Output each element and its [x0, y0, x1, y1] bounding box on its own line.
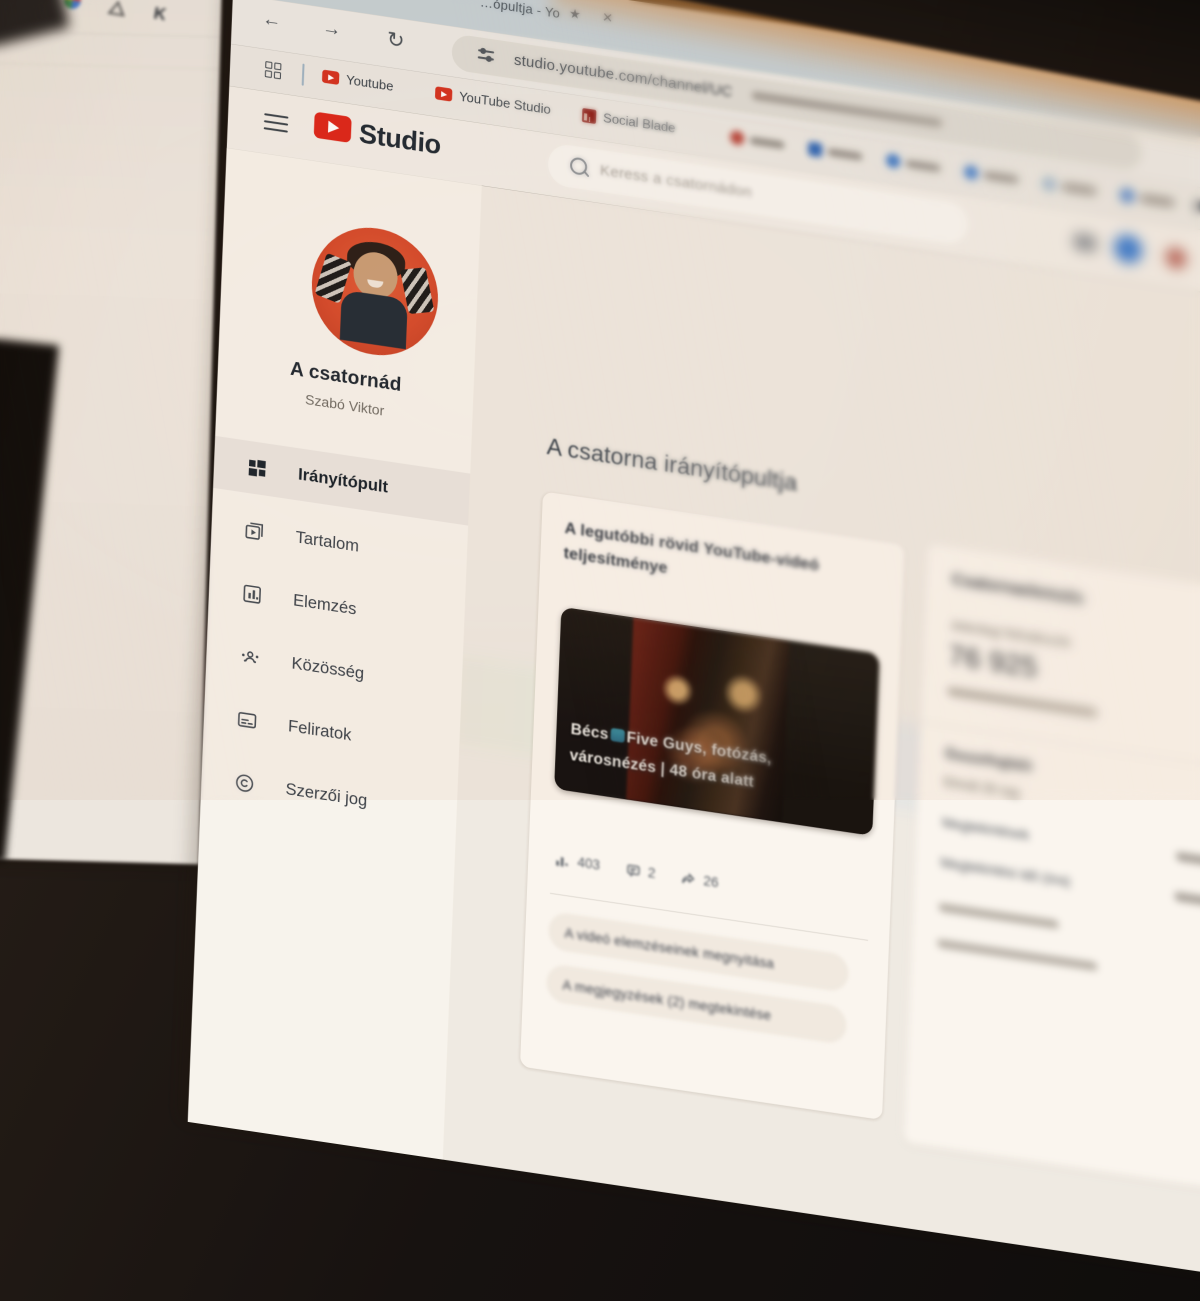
dashboard-icon — [246, 456, 269, 481]
shares-stat: 26 — [681, 870, 719, 890]
bookmark-youtube[interactable]: Youtube — [322, 68, 394, 94]
blurred-value-bar — [1176, 852, 1200, 868]
bookmark-blurred[interactable] — [886, 153, 941, 175]
metric-watchtime: Megtekintési idő (óra) — [940, 855, 1070, 889]
reload-icon[interactable]: ↻ — [387, 27, 406, 55]
social-blade-favicon — [582, 107, 597, 123]
channel-analytics-card[interactable]: Csatornaelemzés Jelenlegi feliratkozók 7… — [903, 543, 1200, 1192]
subscribers-count: 76 925 — [948, 639, 1038, 684]
menu-icon[interactable] — [264, 113, 289, 135]
youtube-favicon — [322, 69, 340, 85]
notification-icon[interactable] — [1166, 247, 1187, 270]
latest-video-card: A legutóbbi rövid YouTube-videó teljesít… — [520, 491, 905, 1120]
forward-icon[interactable]: → — [322, 17, 342, 42]
blurred-text-bar — [947, 687, 1097, 717]
divider — [302, 63, 305, 85]
search-placeholder: Keress a csatornádon — [600, 162, 753, 201]
pinwheel-icon — [63, 0, 83, 10]
comment-icon — [626, 862, 641, 878]
bookmark-blurred[interactable] — [964, 164, 1019, 186]
share-icon — [681, 871, 696, 887]
blurred-text-bar — [937, 939, 1097, 971]
metric-views: Megtekintések — [942, 815, 1030, 843]
studio-wordmark[interactable]: Studio — [358, 118, 441, 161]
apps-grid-icon[interactable] — [265, 61, 282, 79]
analytics-icon — [241, 582, 264, 607]
community-icon — [238, 645, 262, 670]
copyright-icon — [233, 771, 256, 796]
subtitles-icon — [236, 708, 259, 733]
city-emoji-icon — [610, 728, 625, 743]
back-icon[interactable]: ← — [262, 8, 282, 33]
video-thumbnail[interactable]: BécsFive Guys, fotózás, városnézés | 48 … — [554, 607, 879, 836]
analytics-card-title: Csatornaelemzés — [951, 571, 1083, 608]
bookmark-blurred[interactable] — [730, 130, 785, 152]
youtube-favicon — [435, 86, 453, 102]
comments-stat: 2 — [626, 862, 656, 881]
account-avatar[interactable] — [1113, 233, 1142, 265]
site-settings-icon[interactable] — [478, 46, 495, 64]
blurred-text-bar — [939, 903, 1059, 929]
bookmark-blurred[interactable] — [808, 141, 863, 163]
triangle-icon — [107, 0, 127, 16]
bar-chart-icon — [555, 852, 570, 868]
bookmark-blurred[interactable] — [1194, 199, 1200, 221]
browser-window: …ópultja - Yo ★ ✕ ← → ↻ studio.youtube.c… — [188, 0, 1200, 1301]
search-icon — [570, 156, 588, 176]
create-icon[interactable] — [1074, 233, 1097, 252]
bookmark-social-blade[interactable]: Social Blade — [582, 107, 676, 136]
bookmark-blurred[interactable] — [1120, 188, 1175, 210]
page-title: A csatorna irányítópultja — [546, 433, 798, 497]
url-blurred-tail — [752, 91, 942, 128]
views-stat: 403 — [555, 851, 600, 873]
content-icon — [243, 519, 266, 544]
channel-avatar[interactable] — [309, 219, 440, 364]
studio-body: A csatornád Szabó Viktor Irányítópult Ta… — [188, 148, 1200, 1301]
sidebar: A csatornád Szabó Viktor Irányítópult Ta… — [188, 148, 482, 1160]
card-heading: A legutóbbi rövid YouTube-videó teljesít… — [563, 517, 875, 612]
summary-label: Összefoglaló — [945, 745, 1033, 774]
bookmark-youtube-studio[interactable]: YouTube Studio — [435, 85, 551, 117]
monitor-screen: …ópultja - Yo ★ ✕ ← → ↻ studio.youtube.c… — [108, 0, 1200, 1301]
youtube-logo-icon[interactable] — [314, 112, 352, 143]
video-stats-row: 403 2 26 — [555, 851, 719, 890]
bookmark-blurred[interactable] — [1042, 176, 1097, 198]
period-label: Elmúlt 28 nap — [943, 775, 1020, 800]
blurred-value-bar — [1174, 892, 1200, 908]
